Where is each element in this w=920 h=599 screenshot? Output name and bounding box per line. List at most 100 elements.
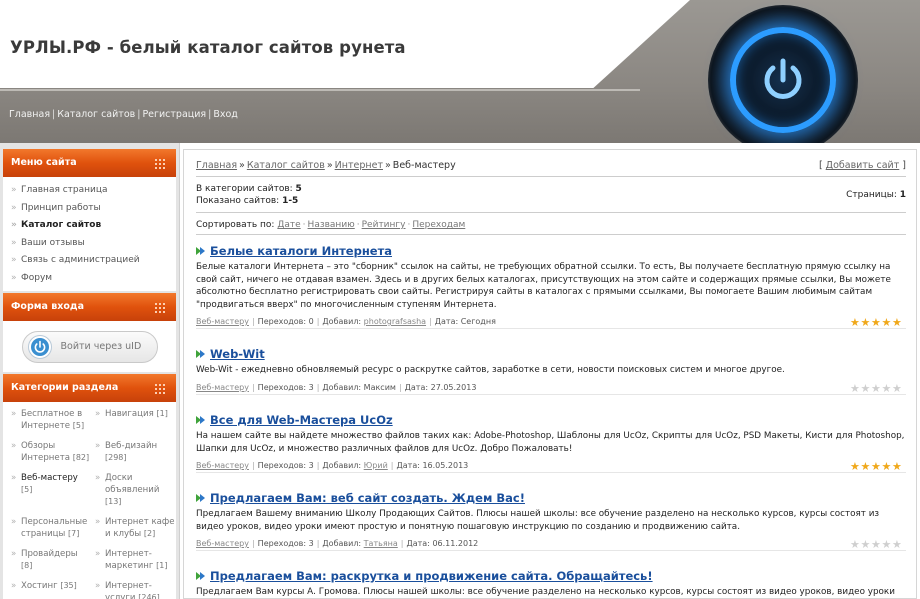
- entry-added-label: Добавил:: [322, 382, 362, 392]
- category-label: Интернет-маркетинг: [105, 549, 154, 571]
- add-site: [ Добавить сайт ]: [818, 160, 906, 171]
- entry-author: Максим: [363, 382, 396, 392]
- entry-visits: Переходов: 3: [257, 539, 314, 548]
- category-item[interactable]: Провайдеры [8]: [11, 548, 91, 572]
- breadcrumb-internet[interactable]: Интернет: [335, 160, 383, 171]
- sort-by-visits[interactable]: Переходам: [412, 220, 465, 230]
- entry-author[interactable]: Татьяна: [364, 539, 398, 548]
- menu-item-how-it-works[interactable]: Принцип работы: [11, 200, 168, 218]
- category-count: [5]: [72, 421, 85, 430]
- arrow-bullet-icon: [196, 572, 205, 580]
- meta-separator: |: [316, 539, 320, 548]
- nav-link-catalog[interactable]: Каталог сайтов: [57, 109, 135, 120]
- power-icon: [764, 58, 802, 99]
- sort-separator: ·: [356, 220, 360, 230]
- category-item[interactable]: Интернет кафе и клубы [2]: [95, 516, 175, 540]
- rating-stars[interactable]: ★★★★★: [850, 381, 903, 395]
- star-icon: ★: [850, 381, 860, 395]
- nav-separator: |: [52, 109, 56, 120]
- category-item[interactable]: Хостинг [35]: [11, 580, 91, 599]
- category-item[interactable]: Интернет-услуги [246]: [95, 580, 175, 599]
- entry-date: Дата: 06.11.2012: [406, 539, 479, 548]
- entry-author[interactable]: Юрий: [364, 461, 388, 470]
- category-count: [7]: [68, 529, 80, 538]
- entry-category-link[interactable]: Веб-мастеру: [196, 317, 249, 326]
- divider: [196, 212, 906, 213]
- login-uid-button[interactable]: Войти через uID: [21, 331, 158, 363]
- star-icon: ★: [892, 460, 902, 473]
- login-block-header: Форма входа: [3, 293, 176, 321]
- entry-category-link[interactable]: Веб-мастеру: [196, 461, 249, 470]
- catalog-entry: Все для Web-Мастера UcOz На нашем сайте в…: [196, 412, 906, 473]
- star-icon: ★: [871, 381, 881, 395]
- entry-title-link[interactable]: Белые каталоги Интернета: [196, 243, 906, 259]
- entry-author[interactable]: photografsasha: [364, 317, 426, 326]
- entry-category-link[interactable]: Веб-мастеру: [196, 539, 249, 548]
- breadcrumb: Главная» Каталог сайтов» Интернет» Веб-маст…: [196, 160, 456, 171]
- entry-visits: Переходов: 3: [257, 461, 314, 470]
- stats-shown-label: Показано сайтов:: [196, 196, 280, 206]
- category-item[interactable]: Доски объявлений [13]: [95, 472, 175, 508]
- menu-item-home[interactable]: Главная страница: [11, 182, 168, 200]
- entry-title-text: Все для Web-Мастера UcOz: [210, 413, 393, 427]
- dots-icon: [154, 158, 166, 169]
- category-item[interactable]: Обзоры Интернета [82]: [11, 440, 91, 464]
- nav-link-register[interactable]: Регистрация: [142, 109, 206, 120]
- category-item[interactable]: Персональные страницы [7]: [11, 516, 91, 540]
- menu-item-forum[interactable]: Форум: [11, 270, 168, 288]
- category-label: Доски объявлений: [105, 473, 160, 495]
- category-count: [1]: [156, 409, 168, 418]
- breadcrumb-home[interactable]: Главная: [196, 160, 237, 171]
- entry-date: Дата: Сегодня: [434, 317, 496, 326]
- star-icon: ★: [871, 316, 881, 329]
- category-item[interactable]: Веб-дизайн [298]: [95, 440, 175, 464]
- entry-meta: Веб-мастеру | Переходов: 0 | Добавил: photog…: [196, 315, 906, 329]
- add-site-link[interactable]: Добавить сайт: [826, 160, 900, 171]
- entry-visits: Переходов: 3: [257, 382, 314, 392]
- menu-item-contact-admin[interactable]: Связь с администрацией: [11, 252, 168, 270]
- sort-by-rating[interactable]: Рейтингу: [362, 220, 406, 230]
- entry-title-link[interactable]: Предлагаем Вам: раскрутка и продвижение …: [196, 568, 906, 584]
- category-count: [82]: [72, 453, 90, 462]
- star-icon: ★: [892, 316, 902, 329]
- entry-title-link[interactable]: Web-Wit: [196, 346, 906, 362]
- category-item[interactable]: Бесплатное в Интернете [5]: [11, 408, 91, 432]
- arrow-bullet-icon: [196, 350, 205, 358]
- breadcrumb-catalog[interactable]: Каталог сайтов: [247, 160, 325, 171]
- entry-title-text: Предлагаем Вам: веб сайт создать. Ждем В…: [210, 491, 525, 505]
- category-label: Интернет кафе и клубы: [105, 517, 175, 539]
- entry-title-link[interactable]: Предлагаем Вам: веб сайт создать. Ждем В…: [196, 490, 906, 506]
- entry-category-link[interactable]: Веб-мастеру: [196, 383, 249, 392]
- sort-separator: ·: [407, 220, 411, 230]
- category-label: Веб-мастеру: [21, 473, 78, 483]
- category-item[interactable]: Интернет-маркетинг [1]: [95, 548, 175, 572]
- header-divider: [0, 89, 640, 91]
- top-nav: Главная | Каталог сайтов | Регистрация | Вход: [9, 109, 238, 120]
- meta-separator: |: [400, 539, 404, 548]
- category-stats: В категории сайтов: 5 Показано сайтов: 1…: [196, 183, 302, 207]
- sort-by-name[interactable]: Названию: [308, 220, 355, 230]
- category-item[interactable]: Навигация [1]: [95, 408, 175, 432]
- category-item[interactable]: Веб-мастеру [5]: [11, 472, 91, 508]
- meta-separator: |: [251, 539, 255, 548]
- entry-title-link[interactable]: Все для Web-Мастера UcOz: [196, 412, 906, 428]
- menu-item-catalog[interactable]: Каталог сайтов: [11, 217, 168, 235]
- nav-link-login[interactable]: Вход: [213, 109, 238, 120]
- entry-description: Белые каталоги Интернета – это "сборник"…: [196, 262, 891, 310]
- catalog-entry: Предлагаем Вам: веб сайт создать. Ждем В…: [196, 490, 906, 551]
- page-number-current: 1: [899, 190, 906, 200]
- entry-title-text: Белые каталоги Интернета: [210, 244, 393, 258]
- star-icon: ★: [860, 316, 871, 329]
- entry-meta: Веб-мастеру | Переходов: 3 | Добавил: Татьян…: [196, 537, 906, 551]
- entry-description: На нашем сайте вы найдете множество файл…: [196, 431, 905, 454]
- rating-stars[interactable]: ★★★★★: [850, 316, 903, 329]
- site-menu: Главная страница Принцип работы Каталог …: [3, 177, 176, 291]
- star-icon: ★: [850, 538, 860, 551]
- rating-stars[interactable]: ★★★★★: [850, 460, 903, 473]
- entry-visits: Переходов: 0: [257, 317, 314, 326]
- nav-link-home[interactable]: Главная: [9, 109, 50, 120]
- breadcrumb-separator: »: [239, 160, 245, 171]
- sort-by-date[interactable]: Дате: [277, 220, 300, 230]
- rating-stars[interactable]: ★★★★★: [850, 538, 903, 551]
- menu-item-reviews[interactable]: Ваши отзывы: [11, 235, 168, 253]
